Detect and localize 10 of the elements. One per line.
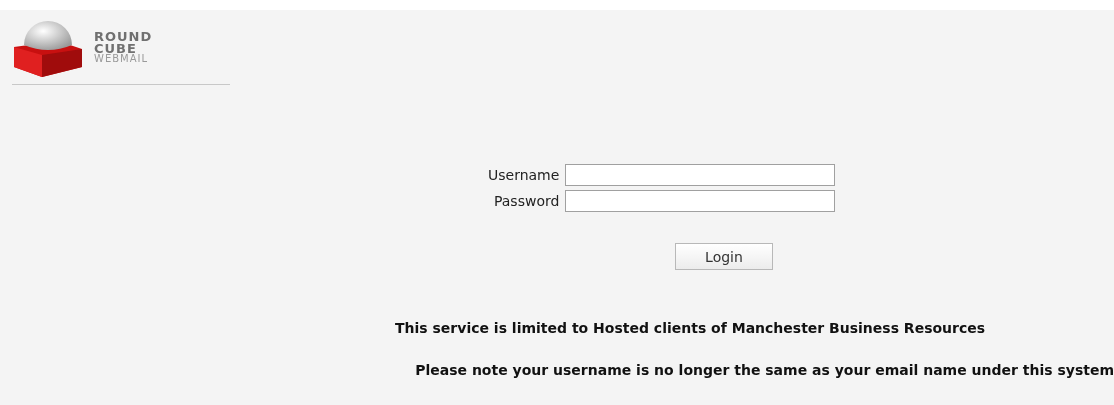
input-field[interactable] bbox=[565, 164, 836, 186]
input-field[interactable] bbox=[565, 190, 836, 212]
logo-text: ROUND bbox=[94, 30, 153, 43]
field-label: Password bbox=[492, 193, 560, 209]
logo-text: CUBE bbox=[94, 42, 137, 55]
notice-text: This service is limited to Hosted clients of Manchester Business Resources bbox=[394, 320, 987, 336]
notice-text: Please note your username is no longer the same as your email name under this system bbox=[414, 362, 1114, 378]
login-button[interactable]: Login bbox=[675, 243, 773, 270]
field-label: Username bbox=[488, 167, 560, 183]
logo-text: WEBMAIL bbox=[94, 54, 150, 64]
